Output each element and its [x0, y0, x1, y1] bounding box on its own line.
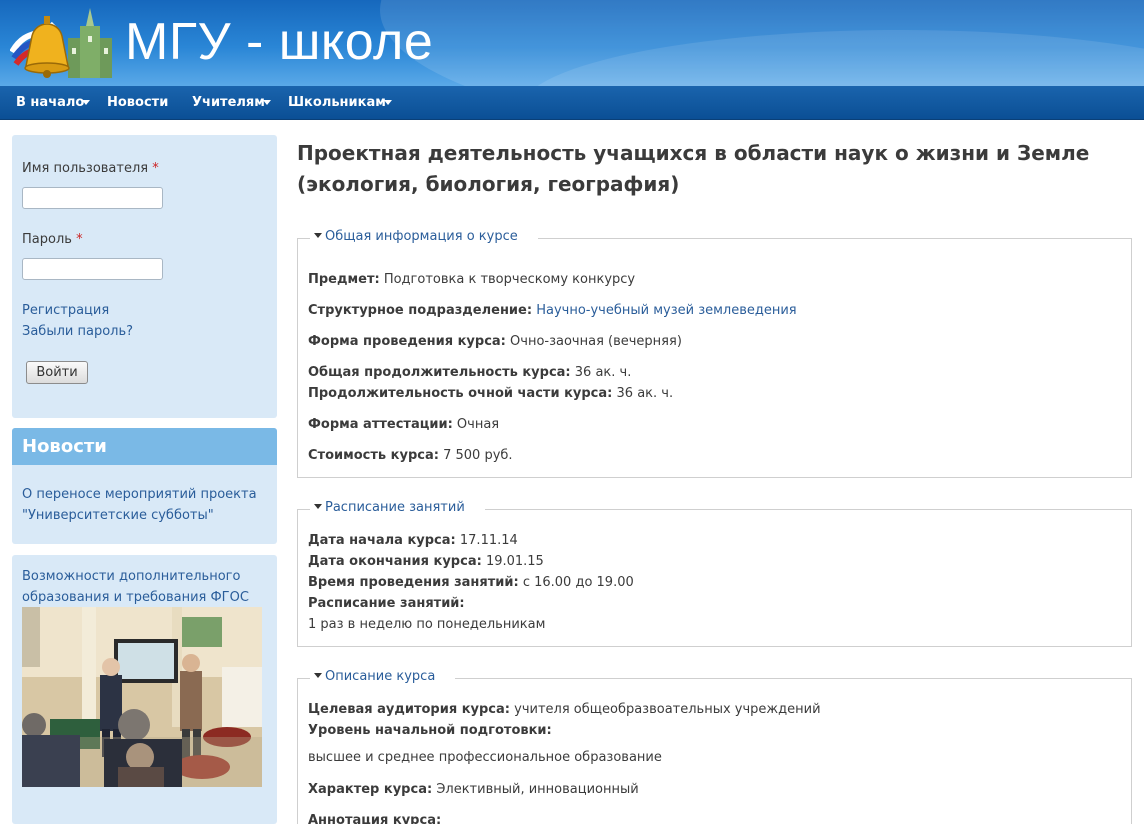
nav-item-news[interactable]: Новости	[107, 95, 168, 110]
general-info-legend[interactable]: Общая информация о курсе	[310, 229, 538, 244]
subject-row: Предмет: Подготовка к творческому конкур…	[308, 272, 636, 287]
forgot-password-link[interactable]: Забыли пароль?	[22, 324, 133, 339]
password-input[interactable]	[22, 258, 163, 280]
main-navigation: В начало Новости Учителям Школьникам	[0, 86, 1144, 120]
site-header: МГУ - школе	[0, 0, 1144, 86]
chevron-down-icon	[383, 100, 392, 105]
nav-item-label: Новости	[107, 95, 169, 110]
msu-bell-logo-icon[interactable]	[10, 8, 118, 82]
level-value-row: высшее и среднее профессиональное образо…	[308, 750, 662, 765]
promo-block: Возможности дополнительного образования …	[12, 555, 277, 824]
collapse-arrow-icon	[314, 673, 322, 678]
schedule-value-row: 1 раз в неделю по понедельникам	[308, 617, 546, 632]
register-link[interactable]: Регистрация	[22, 303, 109, 318]
schedule-fieldset: Расписание занятий Дата начала курса: 17…	[297, 500, 1132, 647]
required-mark: *	[76, 232, 83, 247]
login-form: Имя пользователя * Пароль * Регистрация …	[12, 135, 277, 418]
schedule-legend[interactable]: Расписание занятий	[310, 500, 485, 515]
username-input[interactable]	[22, 187, 163, 209]
end-date-row: Дата окончания курса: 19.01.15	[308, 554, 544, 569]
description-fieldset: Описание курса Целевая аудитория курса: …	[297, 669, 1132, 824]
division-row: Структурное подразделение: Научно-учебны…	[308, 303, 797, 318]
nav-item-students[interactable]: Школьникам	[288, 95, 392, 110]
cost-row: Стоимость курса: 7 500 руб.	[308, 448, 513, 463]
news-header: Новости	[12, 428, 277, 465]
news-title: Новости	[22, 436, 107, 457]
password-label: Пароль *	[22, 232, 83, 247]
collapse-arrow-icon	[314, 504, 322, 509]
required-mark: *	[152, 161, 159, 176]
annotation-label-row: Аннотация курса:	[308, 813, 442, 824]
character-row: Характер курса: Элективный, инновационны…	[308, 782, 639, 797]
level-label-row: Уровень начальной подготовки:	[308, 723, 552, 738]
username-label: Имя пользователя *	[22, 161, 159, 176]
page-title: Проектная деятельность учащихся в област…	[297, 141, 1090, 196]
site-name[interactable]: МГУ - школе	[125, 16, 433, 68]
promo-link[interactable]: Возможности дополнительного образования …	[22, 566, 267, 608]
fulltime-duration-row: Продолжительность очной части курса: 36 …	[308, 386, 674, 401]
attestation-row: Форма аттестации: Очная	[308, 417, 500, 432]
conference-photo[interactable]	[22, 607, 262, 787]
nav-item-label: Школьникам	[288, 95, 386, 110]
nav-item-teachers[interactable]: Учителям	[192, 95, 271, 110]
nav-item-home[interactable]: В начало	[16, 95, 91, 110]
chevron-down-icon	[262, 100, 271, 105]
time-row: Время проведения занятий: с 16.00 до 19.…	[308, 575, 634, 590]
audience-row: Целевая аудитория курса: учителя общеобр…	[308, 702, 821, 717]
collapse-arrow-icon	[314, 233, 322, 238]
general-info-fieldset: Общая информация о курсе Предмет: Подгот…	[297, 229, 1132, 478]
division-link[interactable]: Научно-учебный музей землеведения	[536, 303, 796, 318]
description-legend[interactable]: Описание курса	[310, 669, 456, 684]
news-block: Новости О переносе мероприятий проекта "…	[12, 428, 277, 544]
start-date-row: Дата начала курса: 17.11.14	[308, 533, 518, 548]
form-row: Форма проведения курса: Очно-заочная (ве…	[308, 334, 682, 349]
nav-item-label: Учителям	[192, 95, 265, 110]
login-button[interactable]: Войти	[26, 361, 88, 384]
schedule-label-row: Расписание занятий:	[308, 596, 465, 611]
total-duration-row: Общая продолжительность курса: 36 ак. ч.	[308, 365, 632, 380]
chevron-down-icon	[82, 100, 91, 105]
nav-item-label: В начало	[16, 95, 85, 110]
news-item-link[interactable]: О переносе мероприятий проекта "Универси…	[22, 484, 267, 526]
